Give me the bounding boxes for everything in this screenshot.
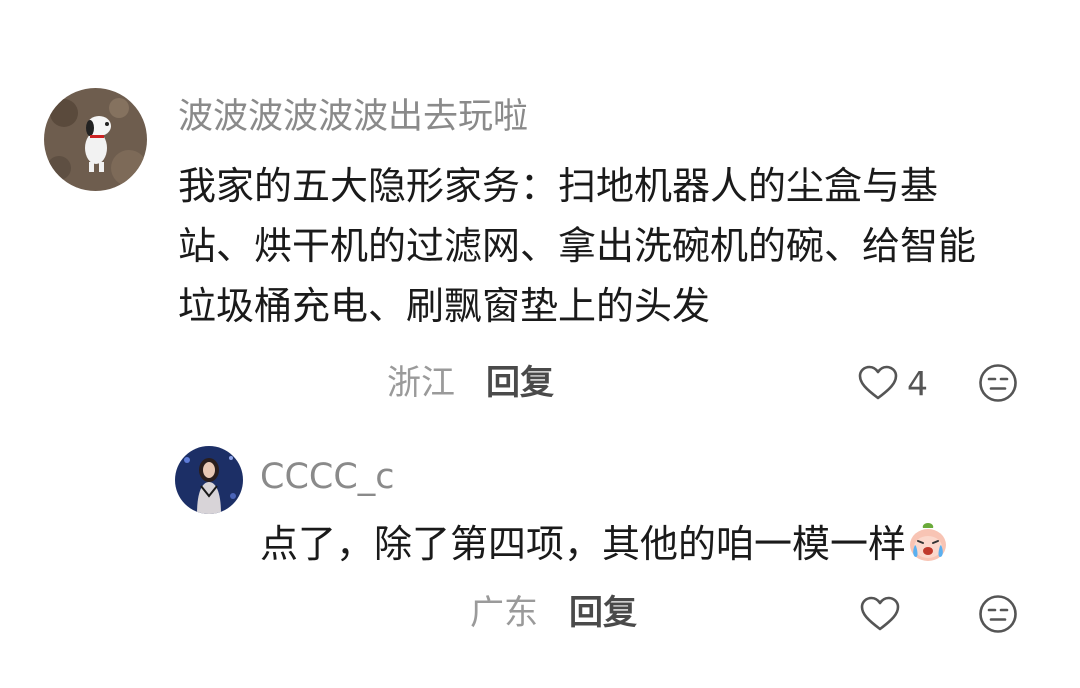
comment-thread: 波波波波波波出去玩啦 我家的五大隐形家务：扫地机器人的尘盒与基 站、烘干机的过滤… — [0, 0, 1080, 688]
reply-text-row: 点了，除了第四项，其他的咱一模一样 — [260, 514, 950, 574]
comment-line: 我家的五大隐形家务：扫地机器人的尘盒与基 — [178, 164, 939, 208]
neutral-face-icon[interactable] — [978, 594, 1018, 634]
reply-avatar[interactable] — [175, 446, 243, 514]
heart-outline-icon[interactable] — [860, 596, 900, 632]
comment-location: 浙江 — [387, 363, 455, 403]
avatar[interactable] — [44, 88, 147, 191]
comment-text: 我家的五大隐形家务：扫地机器人的尘盒与基 站、烘干机的过滤网、拿出洗碗机的碗、给… — [178, 156, 976, 336]
comment-reply-button[interactable]: 回复 — [486, 366, 554, 400]
reply-reply-button[interactable]: 回复 — [569, 596, 637, 630]
comment-line: 站、烘干机的过滤网、拿出洗碗机的碗、给智能 — [178, 224, 977, 268]
reply-text: 点了，除了第四项，其他的咱一模一样 — [260, 522, 907, 566]
heart-outline-icon[interactable] — [858, 365, 898, 401]
snoopy-avatar-image — [44, 88, 147, 191]
neutral-face-icon[interactable] — [978, 363, 1018, 403]
reply-avatar-image — [175, 446, 243, 514]
reply-username[interactable]: CCCC_c — [260, 460, 395, 495]
like-count: 4 — [907, 364, 928, 403]
comment-line: 垃圾桶充电、刷飘窗垫上的头发 — [178, 284, 711, 328]
comment-username[interactable]: 波波波波波波出去玩啦 — [178, 100, 528, 135]
reply-location: 广东 — [470, 593, 538, 633]
crying-peach-emoji — [910, 523, 947, 561]
